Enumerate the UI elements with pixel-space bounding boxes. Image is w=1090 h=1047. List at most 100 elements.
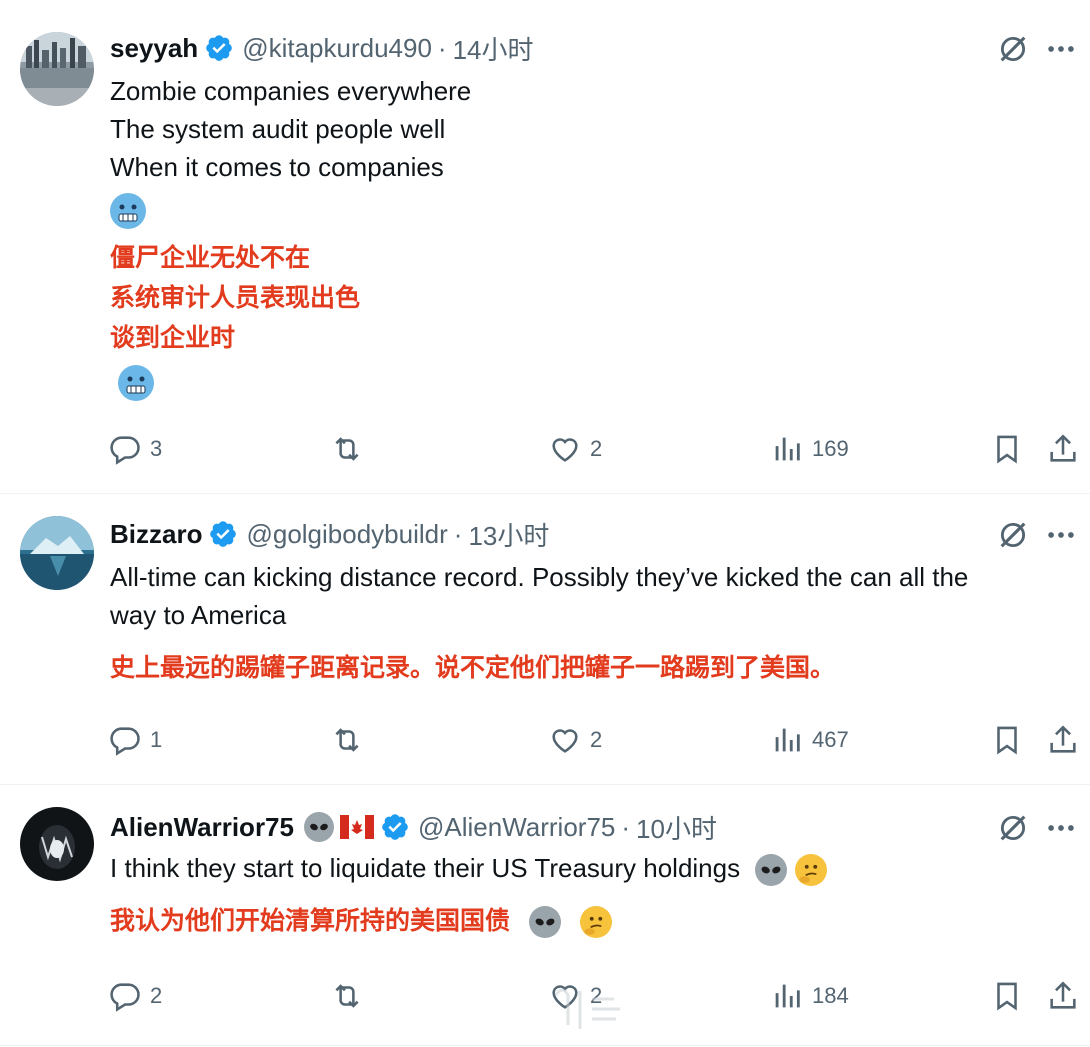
text-line: 谈到企业时 [110,324,236,352]
reply-icon [108,723,142,757]
text-line: 系统审计人员表现出色 [110,284,361,312]
text-line: 我认为他们开始清算所持的美国国债 [110,907,511,935]
bookmark-icon [990,432,1024,466]
action-bar: 1 2 467 [0,723,1090,763]
reply-button[interactable]: 3 [108,432,162,466]
grok-icon[interactable] [996,518,1030,552]
text-line: When it comes to companies [110,152,444,182]
share-icon [1046,723,1080,757]
text-line: Zombie companies everywhere [110,76,472,106]
thinking-face-emoji-icon [794,854,827,887]
repost-button[interactable] [330,979,364,1013]
post-header: Bizzaro @golgibodybuildr · 13小时 [110,516,549,552]
text-line: I think they start to liquidate their US… [110,853,741,883]
author-handle[interactable]: @kitapkurdu490 [242,33,432,64]
author-handle[interactable]: @golgibodybuildr [246,519,447,550]
alien-emoji-icon [303,812,334,842]
more-icon[interactable] [1044,811,1078,845]
text-line: All-time can kicking distance record. Po… [110,562,969,592]
like-button[interactable]: 2 [548,432,602,466]
like-button[interactable]: 2 [548,723,602,757]
reply-button[interactable]: 1 [108,723,162,757]
reply-button[interactable]: 2 [108,979,162,1013]
repost-icon [330,723,364,757]
views-button[interactable]: 184 [770,979,849,1013]
post-text: I think they start to liquidate their US… [110,849,827,887]
reply-count: 1 [150,727,163,752]
post[interactable]: AlienWarrior75 @AlienWarrior75 · 10小时 I … [0,785,1090,1046]
reply-icon [108,979,142,1013]
post[interactable]: seyyah @kitapkurdu490 · 14小时 Zombie comp… [0,10,1090,494]
separator: · [437,32,447,63]
grok-icon[interactable] [996,811,1030,845]
views-icon [770,723,804,757]
translated-text: 僵尸企业无处不在 系统审计人员表现出色 谈到企业时 [110,238,360,406]
share-button[interactable] [1046,432,1080,466]
author-handle[interactable]: @AlienWarrior75 [418,812,615,843]
canada-flag-icon [339,815,374,839]
grok-icon[interactable] [996,32,1030,66]
author-name[interactable]: seyyah [110,33,198,64]
like-count: 2 [590,727,603,752]
post-header: AlienWarrior75 @AlienWarrior75 · 10小时 [110,809,717,845]
view-count: 467 [812,727,849,752]
action-bar: 3 2 169 [0,432,1090,472]
post-text: Zombie companies everywhere The system a… [110,72,471,234]
avatar[interactable] [20,32,94,106]
timestamp[interactable]: 10小时 [636,809,717,846]
repost-button[interactable] [330,723,364,757]
text-line: The system audit people well [110,114,446,144]
separator: · [453,518,463,549]
repost-icon [330,979,364,1013]
share-button[interactable] [1046,723,1080,757]
views-button[interactable]: 467 [770,723,849,757]
reply-count: 2 [150,983,163,1008]
verified-badge-icon [204,33,234,63]
repost-icon [330,432,364,466]
alien-emoji-icon [528,906,561,939]
bookmark-button[interactable] [990,723,1024,757]
more-icon[interactable] [1044,32,1078,66]
text-line: way to America [110,600,287,630]
translated-text: 史上最远的踢罐子距离记录。说不定他们把罐子一路踢到了美国。 [110,648,835,688]
author-name[interactable]: AlienWarrior75 [110,812,294,843]
bookmark-button[interactable] [990,432,1024,466]
share-icon [1046,979,1080,1013]
view-count: 184 [812,983,849,1008]
like-count: 2 [590,436,603,461]
post[interactable]: Bizzaro @golgibodybuildr · 13小时 All-time… [0,494,1090,785]
cold-face-emoji-icon [110,193,146,230]
verified-badge-icon [380,812,410,842]
action-bar: 2 2 184 [0,979,1090,1019]
reply-icon [108,432,142,466]
author-name[interactable]: Bizzaro [110,519,202,550]
timestamp[interactable]: 13小时 [468,516,549,553]
bookmark-icon [990,723,1024,757]
bookmark-button[interactable] [990,979,1024,1013]
views-button[interactable]: 169 [770,432,849,466]
post-text: All-time can kicking distance record. Po… [110,558,968,634]
text-line: 僵尸企业无处不在 [110,244,311,272]
separator: · [621,811,631,842]
text-line: 史上最远的踢罐子距离记录。说不定他们把罐子一路踢到了美国。 [110,654,836,682]
watermark-logo-icon [554,988,620,1029]
reply-count: 3 [150,436,163,461]
like-icon [548,723,582,757]
bookmark-icon [990,979,1024,1013]
avatar[interactable] [20,516,94,590]
like-icon [548,432,582,466]
repost-button[interactable] [330,432,364,466]
avatar[interactable] [20,807,94,881]
views-icon [770,979,804,1013]
post-header: seyyah @kitapkurdu490 · 14小时 [110,30,534,66]
views-icon [770,432,804,466]
thinking-face-emoji-icon [579,906,612,939]
view-count: 169 [812,436,849,461]
share-icon [1046,432,1080,466]
verified-badge-icon [208,519,238,549]
timestamp[interactable]: 14小时 [453,30,534,67]
alien-emoji-icon [755,854,788,887]
more-icon[interactable] [1044,518,1078,552]
share-button[interactable] [1046,979,1080,1013]
translated-text: 我认为他们开始清算所持的美国国债 [110,901,612,941]
